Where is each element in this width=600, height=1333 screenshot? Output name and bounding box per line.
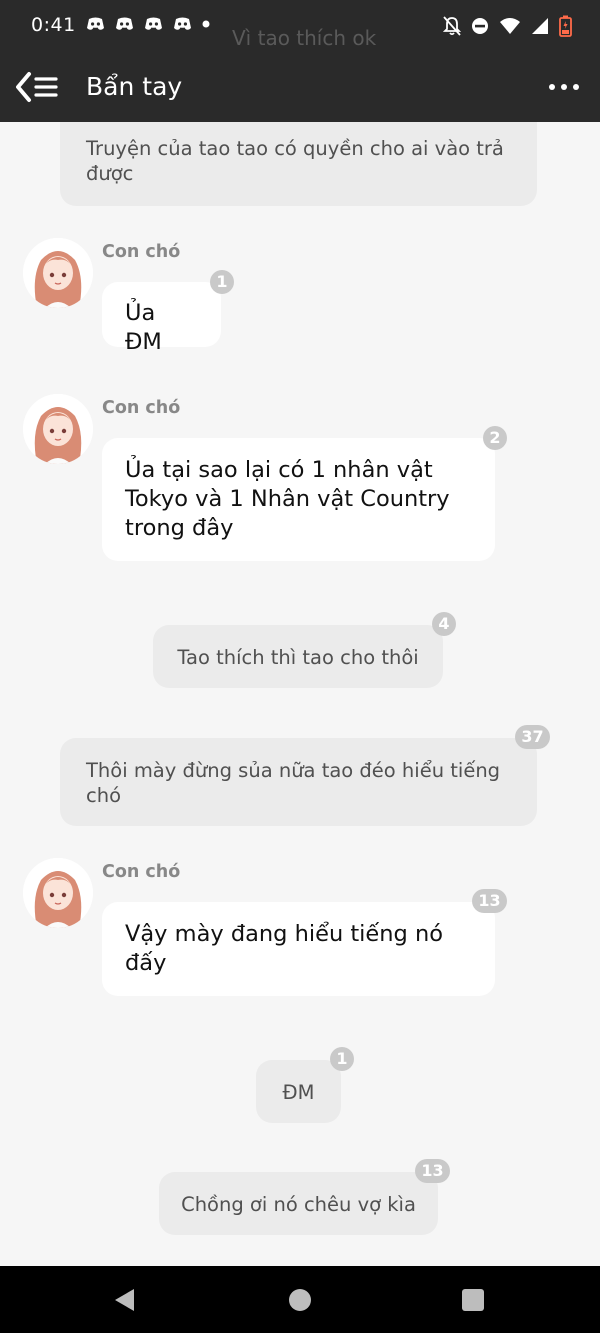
message-text: Ủa ĐM (125, 300, 162, 355)
avatar-portrait-icon (23, 858, 93, 928)
character-avatar[interactable] (23, 394, 93, 464)
character-name: Con chó (102, 398, 181, 418)
character-bubble: Vậy mày đang hiểu tiếng nó đấy (102, 902, 495, 996)
message-text: Tao thích thì tao cho thôi (177, 646, 419, 669)
character-name: Con chó (102, 862, 181, 882)
narration-bubble: Chồng ơi nó chêu vợ kìa (159, 1172, 438, 1235)
narration-bubble: Tao thích thì tao cho thôi (153, 625, 443, 688)
partial-message-ghost: Vì tao thích ok (232, 26, 377, 50)
system-nav-bar (0, 1266, 600, 1333)
app-bar: Bẩn tay (0, 52, 600, 122)
back-triangle-icon[interactable] (112, 1287, 138, 1313)
avatar-portrait-icon (23, 238, 93, 308)
discord-icon (116, 17, 133, 30)
do-not-disturb-icon (472, 18, 488, 34)
battery-low-icon (559, 15, 572, 37)
message-text: ĐM (282, 1081, 315, 1104)
notification-dot (202, 20, 210, 28)
character-bubble: Ủa tại sao lại có 1 nhân vật Tokyo và 1 … (102, 438, 495, 561)
message-text: Vậy mày đang hiểu tiếng nó đấy (125, 921, 443, 976)
comment-count-badge[interactable]: 2 (483, 426, 507, 450)
signal-icon (532, 18, 548, 34)
page-title: Bẩn tay (86, 72, 183, 101)
recents-square-icon[interactable] (461, 1288, 485, 1312)
message-text: Chồng ơi nó chêu vợ kìa (181, 1193, 416, 1216)
character-name: Con chó (102, 242, 181, 262)
character-avatar[interactable] (23, 238, 93, 308)
notification-icons (86, 17, 210, 31)
more-horizontal-icon[interactable] (548, 72, 580, 102)
character-avatar[interactable] (23, 858, 93, 928)
back-chapter-list-icon[interactable] (14, 70, 60, 104)
narration-bubble: ĐM (256, 1060, 341, 1123)
comment-count-badge[interactable]: 13 (472, 889, 507, 913)
comment-count-badge[interactable]: 37 (515, 725, 550, 749)
message-text: Ủa tại sao lại có 1 nhân vật Tokyo và 1 … (125, 457, 450, 541)
notifications-off-icon (443, 16, 461, 36)
comment-count-badge[interactable]: 1 (210, 270, 234, 294)
wifi-icon (500, 18, 520, 34)
status-bar: 0:41 Vì tao thích ok (0, 0, 600, 52)
message-text: Thôi mày đừng sủa nữa tao đéo hiểu tiếng… (86, 759, 501, 807)
home-circle-icon[interactable] (288, 1288, 312, 1312)
chat-thread[interactable]: Truyện của tao tao có quyền cho ai vào t… (0, 122, 600, 1266)
discord-icon (87, 17, 104, 30)
system-icons (443, 15, 572, 37)
comment-count-badge[interactable]: 4 (432, 612, 456, 636)
status-time: 0:41 (31, 14, 76, 36)
narration-bubble: Truyện của tao tao có quyền cho ai vào t… (60, 122, 537, 206)
narration-bubble: Thôi mày đừng sủa nữa tao đéo hiểu tiếng… (60, 738, 537, 826)
comment-count-badge[interactable]: 1 (330, 1047, 354, 1071)
message-text: Truyện của tao tao có quyền cho ai vào t… (86, 137, 504, 185)
comment-count-badge[interactable]: 13 (415, 1159, 450, 1183)
discord-icon (174, 17, 191, 30)
discord-icon (145, 17, 162, 30)
avatar-portrait-icon (23, 394, 93, 464)
character-bubble: Ủa ĐM (102, 282, 221, 355)
